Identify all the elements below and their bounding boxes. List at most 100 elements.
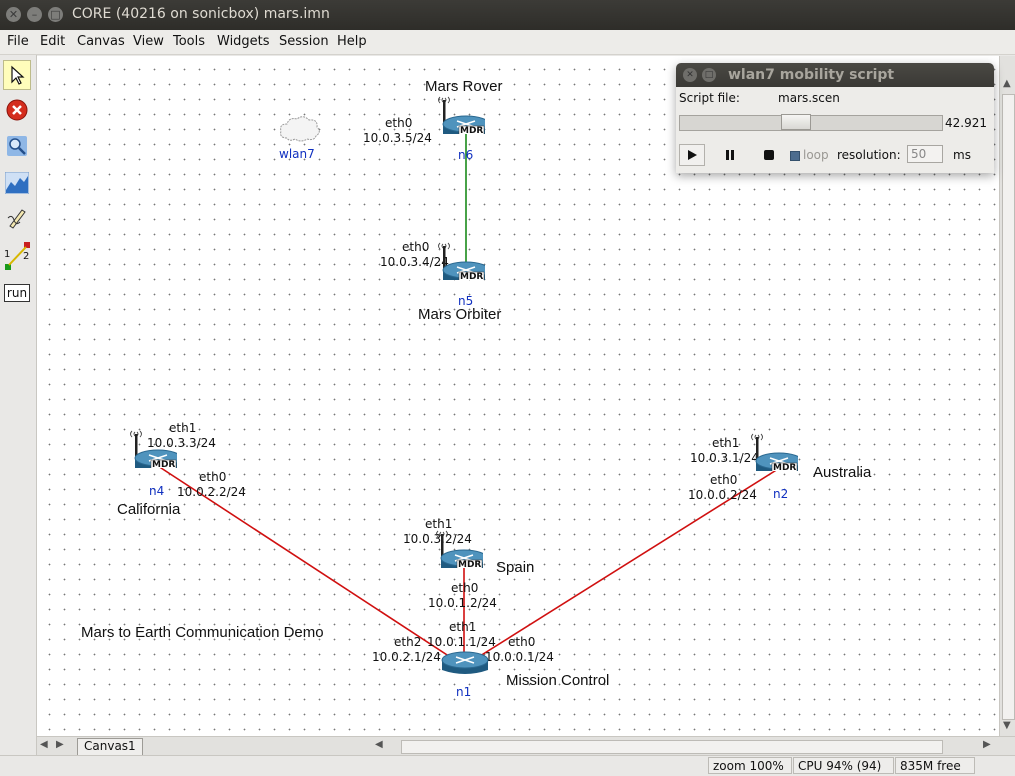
node-spain-badge: MDR [458,560,482,570]
node-n1-eth0-label: eth0 [508,635,536,649]
node-n6-badge: MDR [460,126,484,136]
node-n5-badge: MDR [460,272,484,282]
node-n2-eth0-label: eth0 [710,473,738,487]
menu-help[interactable]: Help [337,34,367,49]
router-n4[interactable]: MDR [129,428,182,471]
window-titlebar: ✕ – □ CORE (40216 on sonicbox) mars.imn [0,0,1015,30]
run-tool-button[interactable]: run [3,278,31,308]
router-spain[interactable]: MDR [435,528,488,571]
mobility-script-window: ✕ □ wlan7 mobility script Script file: m… [676,63,994,173]
node-n2-eth0-ip: 10.0.0.2/24 [688,488,757,502]
node-n1-eth2-label: eth2 [394,635,422,649]
node-spain-eth0-ip: 10.0.1.2/24 [428,596,497,610]
menu-canvas[interactable]: Canvas [77,34,125,49]
router-n2[interactable]: MDR [750,431,803,474]
tab-scroll-right-icon[interactable]: ▶ [56,739,64,750]
link-tool-label-2: 2 [23,251,30,262]
node-n5-eth0-label: eth0 [402,240,430,254]
node-n5-name: Mars Orbiter [418,306,502,323]
plot-tool-button[interactable] [3,168,31,198]
status-cpu: CPU 94% (94) [793,757,894,774]
stop-square-icon [764,150,774,160]
vertical-scroll-thumb[interactable] [1002,94,1015,720]
node-n4-eth0-label: eth0 [199,470,227,484]
throughput-graph-icon [5,172,29,194]
script-file-label: Script file: [679,91,740,105]
pointer-arrow-icon [11,65,25,85]
loop-label: loop [803,148,829,162]
horizontal-scroll-thumb[interactable] [401,740,943,754]
tool-palette: 1 2 run [0,55,37,755]
menu-session[interactable]: Session [279,34,329,49]
scroll-down-icon[interactable]: ▼ [1003,720,1011,731]
node-n2-eth1-label: eth1 [712,436,740,450]
node-n4-id: n4 [149,484,165,498]
mobility-window-title: wlan7 mobility script [728,67,895,83]
stop-icon [6,99,28,121]
magnifier-icon [7,136,27,156]
status-memory: 835M free [895,757,975,774]
select-tool-button[interactable] [3,60,31,90]
close-window-button[interactable]: ✕ [6,7,21,22]
menu-bar: File Edit Canvas View Tools Widgets Sess… [0,30,1015,55]
pencil-icon [7,209,26,229]
run-tool-label: run [3,284,31,302]
node-n1-id: n1 [456,685,472,699]
menu-tools[interactable]: Tools [173,34,205,49]
node-n4-eth0-ip: 10.0.2.2/24 [177,485,246,499]
maximize-window-button[interactable]: □ [48,7,63,22]
hscroll-left-icon[interactable]: ◀ [375,739,383,750]
node-spain-eth0-label: eth0 [451,581,479,595]
mobility-close-button[interactable]: ✕ [683,68,697,82]
node-n1-eth2-ip: 10.0.2.1/24 [372,650,441,664]
wlan-cloud-icon[interactable] [277,114,323,144]
mobility-window-titlebar: ✕ □ wlan7 mobility script [676,63,994,87]
status-zoom: zoom 100% [708,757,792,774]
tab-scroll-left-icon[interactable]: ◀ [40,739,48,750]
node-n6-eth0-label: eth0 [385,116,413,130]
pause-icon [726,150,734,160]
node-n2-id: n2 [773,487,789,501]
node-n1-eth0-ip: 10.0.0.1/24 [485,650,554,664]
minimize-window-button[interactable]: – [27,7,42,22]
status-bar: zoom 100% CPU 94% (94) 835M free [0,755,1015,776]
resolution-label: resolution: [837,148,901,162]
node-spain-name: Spain [496,559,535,576]
resolution-input[interactable]: 50 [907,145,943,163]
node-n1-eth1-label: eth1 [449,620,477,634]
node-n4-badge: MDR [152,460,176,470]
router-n5[interactable]: MDR [437,240,490,283]
node-n1-eth1-ip: 10.0.1.1/24 [427,635,496,649]
router-n6[interactable]: MDR [437,94,490,137]
stop-button[interactable] [756,144,782,166]
time-value: 42.921 [945,116,987,130]
link-tool-label-1: 1 [4,249,11,260]
node-n2-name: Australia [813,464,872,481]
tab-canvas1[interactable]: Canvas1 [77,738,143,755]
node-n6-name: Mars Rover [425,78,503,95]
resolution-units: ms [953,148,971,162]
hscroll-right-icon[interactable]: ▶ [983,739,991,750]
node-n4-name: California [117,501,181,518]
time-slider-thumb[interactable] [781,114,812,130]
marker-tool-button[interactable] [3,203,31,233]
menu-widgets[interactable]: Widgets [217,34,270,49]
menu-edit[interactable]: Edit [40,34,65,49]
node-n6-eth0-ip: 10.0.3.5/24 [363,131,432,145]
pause-button[interactable] [717,144,743,166]
mobility-minimize-button[interactable]: □ [702,68,716,82]
vertical-scrollbar[interactable]: ▲ ▼ [999,56,1015,736]
stop-session-button[interactable] [3,95,31,125]
router-icon [441,651,489,674]
play-button[interactable] [679,144,705,166]
menu-view[interactable]: View [133,34,164,49]
demo-title-annotation[interactable]: Mars to Earth Communication Demo [81,624,324,641]
router-n1[interactable] [436,650,492,690]
zoom-tool-button[interactable] [3,131,31,161]
canvas-tab-bar: ◀ ▶ Canvas1 ◀ ▶ [37,736,1015,755]
script-file-name: mars.scen [778,91,840,105]
scroll-up-icon[interactable]: ▲ [1003,78,1011,89]
loop-checkbox[interactable] [790,151,800,161]
menu-file[interactable]: File [7,34,29,49]
link-tool-button[interactable]: 1 2 [3,239,31,273]
